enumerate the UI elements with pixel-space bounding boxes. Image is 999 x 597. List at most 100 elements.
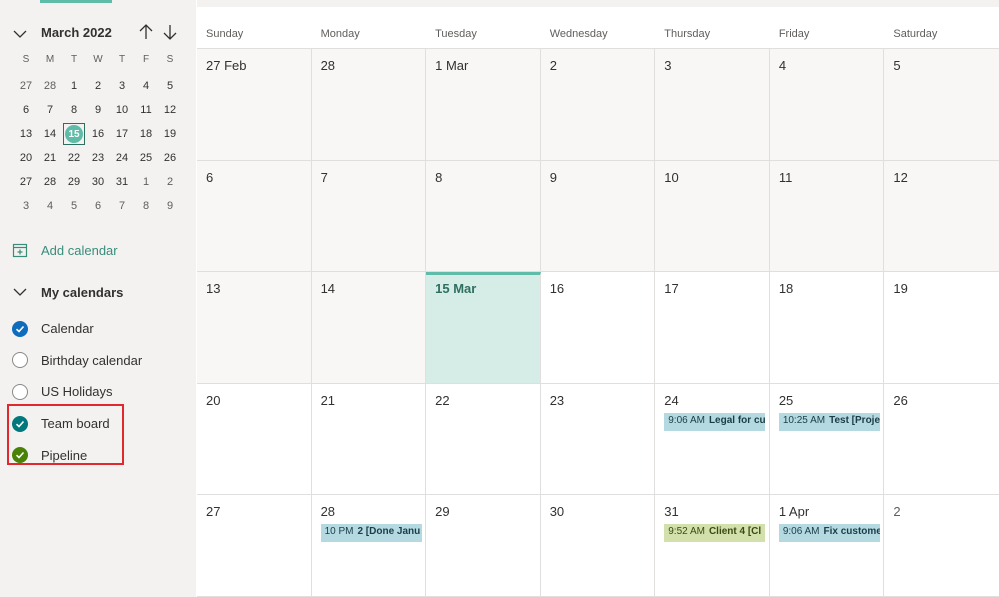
mini-calendar-day[interactable]: 18 [134, 122, 158, 146]
day-cell[interactable]: 27 Feb [197, 49, 312, 160]
day-cell[interactable]: 13 [197, 272, 312, 383]
mini-calendar-day[interactable]: 5 [158, 74, 182, 98]
mini-calendar-day[interactable]: 30 [86, 170, 110, 194]
mini-calendar-today[interactable]: 15 [62, 122, 86, 146]
mini-calendar-day[interactable]: 12 [158, 98, 182, 122]
mini-calendar-day[interactable]: 8 [134, 194, 158, 218]
mini-calendar-day[interactable]: 27 [14, 74, 38, 98]
mini-calendar-day[interactable]: 1 [62, 74, 86, 98]
mini-calendar-day[interactable]: 20 [14, 146, 38, 170]
mini-calendar-day[interactable]: 9 [86, 98, 110, 122]
day-cell[interactable]: 12 [884, 160, 999, 272]
day-cell[interactable]: 4 [769, 49, 885, 160]
calendar-event[interactable]: 9:06 AM Legal for cu [664, 412, 766, 431]
empty-circle-icon[interactable] [12, 352, 28, 369]
day-cell[interactable]: 28 10 PM 2 [Done Janu [312, 495, 427, 596]
mini-calendar-day[interactable]: 2 [158, 170, 182, 194]
day-cell[interactable]: 5 [884, 49, 999, 160]
day-cell[interactable]: 22 [426, 383, 541, 495]
mini-calendar-day[interactable]: 9 [158, 194, 182, 218]
mini-calendar-day[interactable]: 7 [110, 194, 134, 218]
top-strip [197, 0, 999, 7]
calendar-event[interactable]: 9:52 AM Client 4 [Cl [664, 524, 766, 543]
day-cell[interactable]: 6 [197, 160, 312, 272]
mini-calendar-day[interactable]: 29 [62, 170, 86, 194]
mini-calendar-day[interactable]: 10 [110, 98, 134, 122]
calendar-event[interactable]: 10 PM 2 [Done Janu [320, 524, 422, 543]
day-cell[interactable]: 26 [884, 384, 999, 495]
day-cell[interactable]: 7 [311, 160, 427, 272]
day-cell[interactable]: 2 [540, 49, 656, 160]
day-cell[interactable]: 14 [311, 272, 427, 383]
add-calendar-button[interactable]: Add calendar [12, 240, 118, 260]
mini-calendar-day[interactable]: 31 [110, 170, 134, 194]
weekday-header: Tuesday [435, 28, 477, 40]
day-cell[interactable]: 10 [655, 160, 770, 272]
mini-calendar-day[interactable]: 7 [38, 98, 62, 122]
mini-calendar-day[interactable]: 3 [14, 194, 38, 218]
mini-calendar-day[interactable]: 22 [62, 146, 86, 170]
mini-calendar-day[interactable]: 6 [14, 98, 38, 122]
mini-calendar-day[interactable]: 28 [38, 74, 62, 98]
mini-calendar-day[interactable]: 23 [86, 146, 110, 170]
mini-calendar-day[interactable]: 26 [158, 146, 182, 170]
mini-calendar-day[interactable]: 27 [14, 170, 38, 194]
my-calendars-header[interactable]: My calendars [12, 282, 123, 302]
mini-calendar-day[interactable]: 17 [110, 122, 134, 146]
day-cell[interactable]: 16 [541, 272, 656, 383]
calendar-item[interactable]: Birthday calendar [12, 345, 142, 377]
mini-calendar-day[interactable]: 21 [38, 146, 62, 170]
mini-calendar-day[interactable]: 8 [62, 98, 86, 122]
day-cell[interactable]: 11 [769, 160, 885, 272]
day-cell[interactable]: 25 10:25 AM Test [Proje [770, 383, 885, 495]
day-cell[interactable]: 8 [426, 160, 541, 272]
mini-calendar-day[interactable]: 16 [86, 122, 110, 146]
mini-calendar-day[interactable]: 24 [110, 146, 134, 170]
day-number: 11 [778, 169, 793, 185]
mini-calendar-day[interactable]: 14 [38, 122, 62, 146]
day-number: 4 [778, 58, 787, 73]
day-cell[interactable]: 20 [197, 383, 312, 495]
day-cell[interactable]: 1 Apr 9:06 AM Fix custome [770, 495, 885, 596]
empty-circle-icon[interactable] [12, 383, 28, 400]
collapse-chevron-icon[interactable] [12, 26, 28, 42]
checkmark-circle-icon[interactable] [12, 320, 28, 337]
day-cell[interactable]: 17 [655, 272, 770, 383]
day-cell[interactable]: 31 9:52 AM Client 4 [Cl [655, 495, 770, 596]
week-row: 6 7 8 9 10 11 12 [197, 160, 999, 273]
calendar-item[interactable]: Calendar [12, 313, 142, 345]
mini-calendar-day[interactable]: 6 [86, 194, 110, 218]
mini-calendar-day[interactable]: 1 [134, 170, 158, 194]
day-cell[interactable]: 24 9:06 AM Legal for cu [655, 383, 770, 495]
day-cell[interactable]: 2 [884, 495, 999, 596]
day-number: 1 Mar [435, 58, 469, 73]
day-cell[interactable]: 19 [884, 272, 999, 383]
calendar-event[interactable]: 9:06 AM Fix custome [778, 524, 880, 543]
mini-calendar-day[interactable]: 28 [38, 170, 62, 194]
day-cell[interactable]: 9 [540, 160, 656, 272]
day-cell[interactable]: 3 [655, 49, 770, 160]
day-cell[interactable]: 30 [541, 495, 656, 596]
day-cell[interactable]: 1 Mar [426, 49, 541, 160]
mini-calendar-day[interactable]: 3 [110, 74, 134, 98]
day-cell[interactable]: 29 [426, 495, 541, 596]
day-cell[interactable]: 27 [197, 495, 312, 596]
mini-calendar-month[interactable]: March 2022 [41, 25, 112, 40]
mini-calendar-day[interactable]: 5 [62, 194, 86, 218]
next-month-arrow-icon[interactable] [162, 23, 178, 41]
mini-calendar-day[interactable]: 2 [86, 74, 110, 98]
calendar-event[interactable]: 10:25 AM Test [Proje [778, 412, 880, 431]
mini-calendar-day[interactable]: 4 [134, 74, 158, 98]
day-cell[interactable]: 18 [770, 272, 885, 383]
mini-calendar-day[interactable]: 25 [134, 146, 158, 170]
day-cell[interactable]: 28 [311, 49, 427, 160]
calendar-item-label: Calendar [41, 321, 94, 337]
mini-calendar-day[interactable]: 19 [158, 122, 182, 146]
mini-calendar-day[interactable]: 11 [134, 98, 158, 122]
previous-month-arrow-icon[interactable] [138, 23, 154, 41]
day-cell-today[interactable]: 15 Mar [426, 272, 541, 383]
day-cell[interactable]: 23 [541, 383, 656, 495]
mini-calendar-day[interactable]: 4 [38, 194, 62, 218]
day-cell[interactable]: 21 [312, 383, 427, 495]
mini-calendar-day[interactable]: 13 [14, 122, 38, 146]
